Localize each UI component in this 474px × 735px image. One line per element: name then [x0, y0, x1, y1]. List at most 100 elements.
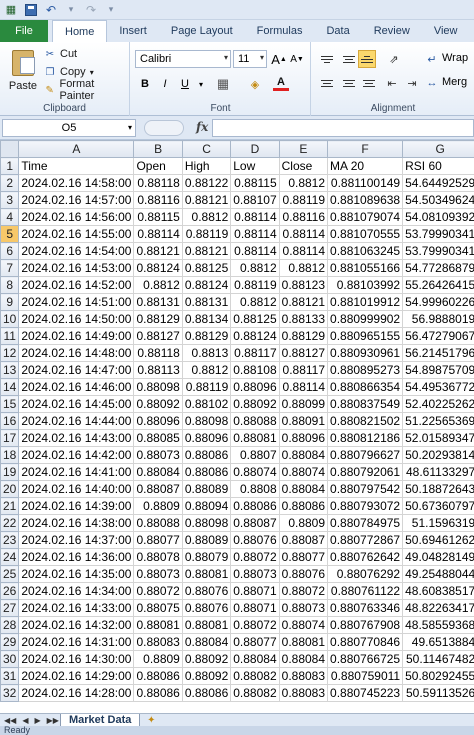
row-header[interactable]: 32: [0, 684, 20, 702]
undo-icon[interactable]: ↶: [44, 3, 58, 17]
cell[interactable]: 0.8812: [230, 259, 280, 277]
fill-color-icon[interactable]: ◈: [247, 76, 263, 92]
cell[interactable]: 0.880767908: [327, 616, 404, 634]
cell[interactable]: 0.88071: [230, 582, 280, 600]
cell[interactable]: 0.88082: [230, 667, 280, 685]
column-header-e[interactable]: E: [278, 140, 329, 158]
cell[interactable]: 2024.02.16 14:32:00: [18, 616, 135, 634]
cell[interactable]: 53.79990341: [402, 225, 474, 243]
cell[interactable]: 0.880866354: [327, 378, 404, 396]
cell[interactable]: 0.88088: [133, 514, 183, 532]
prev-sheet-icon[interactable]: ◀: [22, 716, 28, 725]
cell[interactable]: 2024.02.16 14:58:00: [18, 174, 135, 192]
cell[interactable]: 0.881019912: [327, 293, 404, 311]
cell[interactable]: 0.88114: [230, 225, 280, 243]
cell[interactable]: 51.22565369: [402, 412, 474, 430]
cell[interactable]: 54.89875709: [402, 361, 474, 379]
cell[interactable]: 0.88086: [181, 463, 232, 481]
cell[interactable]: 0.88086: [278, 497, 329, 515]
cell[interactable]: 0.88084: [278, 480, 329, 498]
cell[interactable]: 0.88073: [278, 599, 329, 617]
cell[interactable]: 0.88092: [181, 667, 232, 685]
cell[interactable]: 0.88099: [278, 395, 329, 413]
cell[interactable]: 0.88117: [278, 361, 329, 379]
cell[interactable]: 0.88133: [278, 310, 329, 328]
cell[interactable]: 0.88107: [230, 191, 280, 209]
cell[interactable]: 0.88119: [230, 276, 280, 294]
cell[interactable]: 0.88123: [278, 276, 329, 294]
cell[interactable]: 0.88073: [230, 565, 280, 583]
row-header[interactable]: 15: [0, 395, 20, 413]
row-header[interactable]: 22: [0, 514, 20, 532]
customize-icon[interactable]: ▾: [104, 3, 118, 17]
cell[interactable]: 0.88081: [230, 429, 280, 447]
chevron-down-icon[interactable]: ▾: [193, 76, 209, 92]
cell[interactable]: 0.88114: [230, 242, 280, 260]
row-header[interactable]: 31: [0, 667, 20, 685]
cell[interactable]: 0.88092: [181, 650, 232, 668]
font-color-icon[interactable]: A: [273, 75, 289, 91]
cell[interactable]: 48.58559368: [402, 616, 474, 634]
cell[interactable]: 2024.02.16 14:30:00: [18, 650, 135, 668]
cell[interactable]: 56.9888019: [402, 310, 474, 328]
cell[interactable]: 50.11467482: [402, 650, 474, 668]
cell[interactable]: 0.880793072: [327, 497, 404, 515]
cell[interactable]: 2024.02.16 14:51:00: [18, 293, 135, 311]
chevron-down-icon[interactable]: ▾: [64, 3, 78, 17]
cell[interactable]: 0.88086: [133, 667, 183, 685]
row-header[interactable]: 27: [0, 599, 20, 617]
cell[interactable]: 2024.02.16 14:56:00: [18, 208, 135, 226]
cell[interactable]: 0.88119: [181, 378, 232, 396]
row-header[interactable]: 8: [0, 276, 20, 294]
cell[interactable]: 50.59113526: [402, 684, 474, 702]
cell[interactable]: 2024.02.16 14:45:00: [18, 395, 135, 413]
cell[interactable]: 0.88076: [181, 599, 232, 617]
cell[interactable]: 50.69461262: [402, 531, 474, 549]
cell[interactable]: 2024.02.16 14:39:00: [18, 497, 135, 515]
cell[interactable]: 0.88121: [133, 242, 183, 260]
cell[interactable]: 0.8812: [181, 361, 232, 379]
cell[interactable]: 0.880759011: [327, 667, 404, 685]
cell[interactable]: 0.88121: [278, 293, 329, 311]
last-sheet-icon[interactable]: ▶▶: [47, 716, 59, 725]
cell[interactable]: 0.8807: [230, 446, 280, 464]
cell[interactable]: 0.881070555: [327, 225, 404, 243]
cell[interactable]: 0.88124: [133, 259, 183, 277]
merge-icon[interactable]: ↔: [424, 75, 440, 91]
cell[interactable]: 2024.02.16 14:57:00: [18, 191, 135, 209]
cell[interactable]: 0.88131: [133, 293, 183, 311]
cell[interactable]: 2024.02.16 14:37:00: [18, 531, 135, 549]
next-sheet-icon[interactable]: ▶: [34, 716, 40, 725]
cell[interactable]: 0.88072: [230, 616, 280, 634]
cell[interactable]: 0.88072: [278, 582, 329, 600]
cell[interactable]: 49.04828149: [402, 548, 474, 566]
cell[interactable]: 0.881055166: [327, 259, 404, 277]
redo-icon[interactable]: ↷: [84, 3, 98, 17]
cell[interactable]: 0.881100149: [327, 174, 404, 192]
cell[interactable]: 0.8809: [133, 497, 183, 515]
cell[interactable]: 0.88115: [133, 208, 183, 226]
italic-button[interactable]: I: [157, 76, 173, 92]
cell[interactable]: Open: [133, 157, 183, 175]
cell[interactable]: 0.88115: [230, 174, 280, 192]
cell[interactable]: 0.88081: [278, 633, 329, 651]
cell[interactable]: 0.881089638: [327, 191, 404, 209]
tab-data[interactable]: Data: [314, 20, 361, 42]
cell[interactable]: 0.88114: [278, 378, 329, 396]
cell[interactable]: 0.88113: [133, 361, 183, 379]
align-top-icon[interactable]: [318, 50, 336, 68]
cell[interactable]: 0.88073: [133, 446, 183, 464]
cell[interactable]: 0.88087: [230, 514, 280, 532]
cell[interactable]: 0.8812: [181, 208, 232, 226]
font-name-select[interactable]: Calibri ▾: [135, 50, 231, 68]
spreadsheet-grid[interactable]: A B C D E F G 1 Time Open High Low Close…: [0, 140, 474, 713]
font-size-select[interactable]: 11 ▾: [233, 50, 267, 68]
cell[interactable]: 0.88077: [230, 633, 280, 651]
save-icon[interactable]: [24, 3, 38, 17]
cell[interactable]: 0.88074: [278, 463, 329, 481]
row-header[interactable]: 10: [0, 310, 20, 328]
row-header[interactable]: 28: [0, 616, 20, 634]
cell[interactable]: 0.88083: [278, 667, 329, 685]
cell[interactable]: 0.88084: [181, 633, 232, 651]
cell[interactable]: 0.88102: [181, 395, 232, 413]
